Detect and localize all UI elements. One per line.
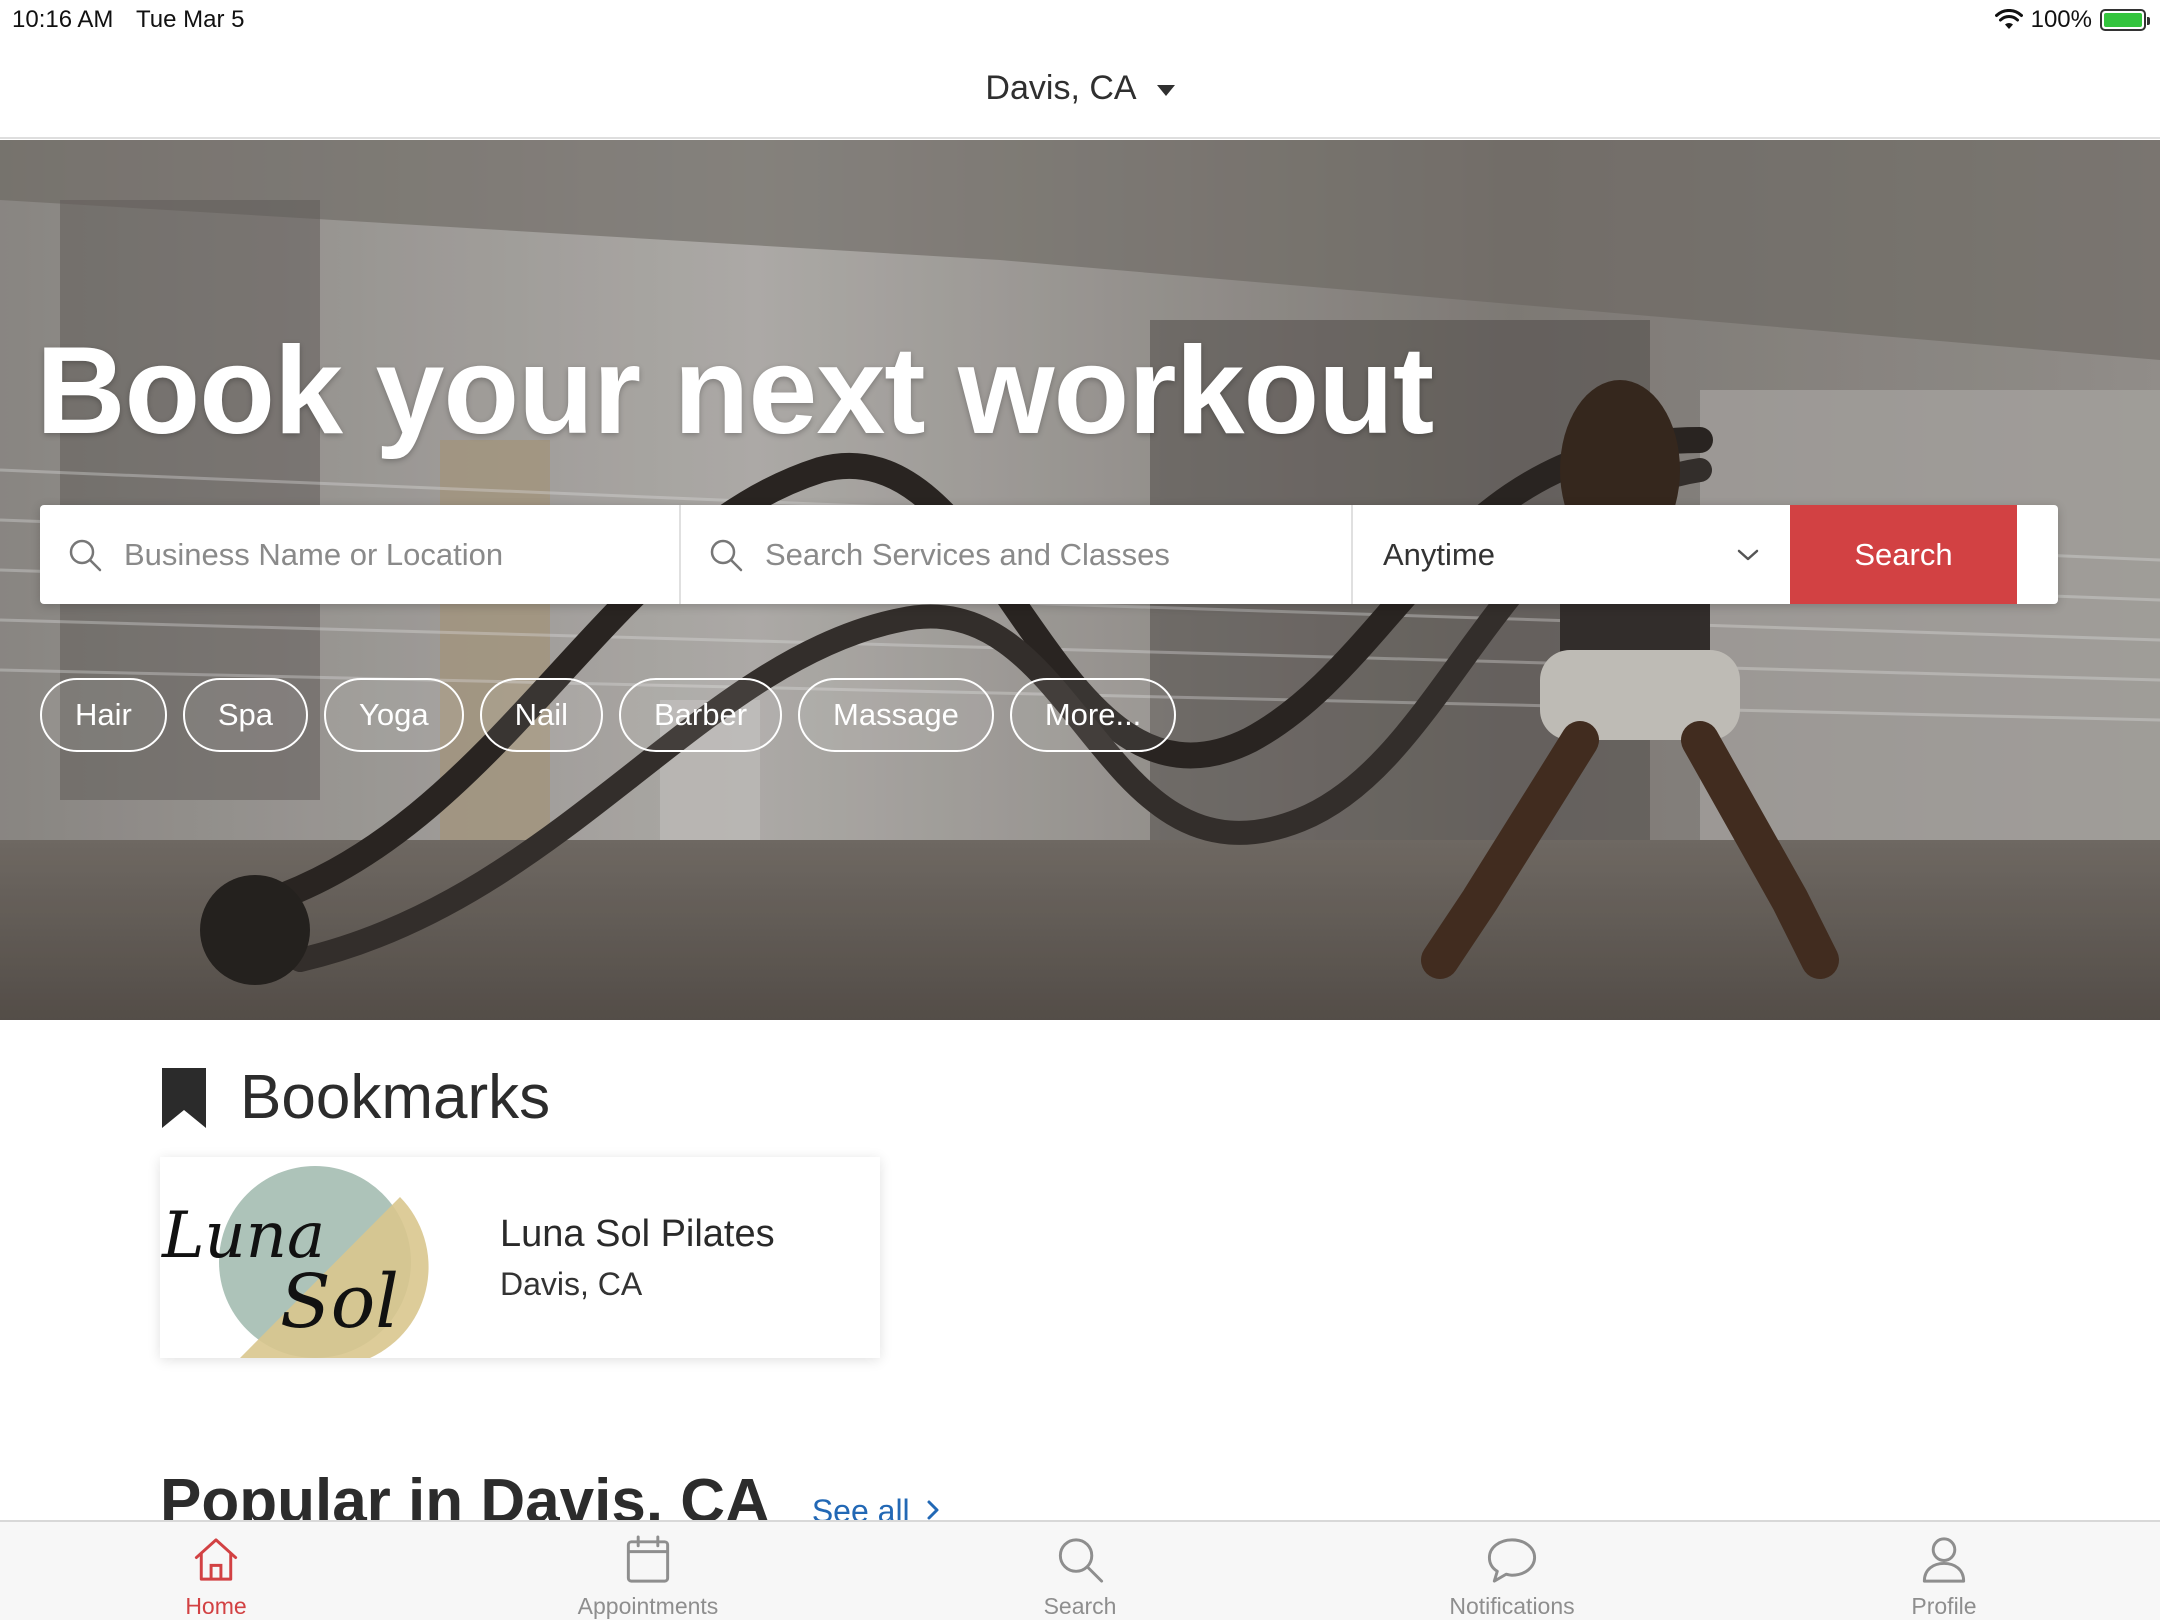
bookmarks-title: Bookmarks xyxy=(240,1063,551,1132)
time-dropdown-value: Anytime xyxy=(1383,536,1495,572)
wifi-icon xyxy=(1994,9,2023,29)
battery-icon xyxy=(2100,9,2150,31)
chevron-down-icon xyxy=(1737,549,1759,560)
luna-sol-logo: Luna Sol xyxy=(161,1166,429,1358)
chip-massage[interactable]: Massage xyxy=(798,678,994,752)
tab-profile-label: Profile xyxy=(1911,1593,1977,1619)
time-dropdown[interactable]: Anytime xyxy=(1353,505,1790,604)
person-icon xyxy=(1922,1537,1966,1583)
search-button[interactable]: Search xyxy=(1790,505,2017,604)
search-icon xyxy=(69,539,102,571)
bookmark-card-text: Luna Sol Pilates Davis, CA xyxy=(500,1213,775,1303)
bookmarks-heading: Bookmarks xyxy=(160,1062,550,1133)
tab-home[interactable]: Home xyxy=(0,1522,432,1620)
chevron-right-icon xyxy=(927,1500,939,1520)
tab-home-label: Home xyxy=(185,1593,247,1619)
location-label: Davis, CA xyxy=(985,69,1137,107)
caret-down-icon xyxy=(1156,85,1175,96)
chip-yoga[interactable]: Yoga xyxy=(324,678,464,752)
tab-appointments[interactable]: Appointments xyxy=(432,1522,864,1620)
tab-search[interactable]: Search xyxy=(864,1522,1296,1620)
business-name: Luna Sol Pilates xyxy=(500,1212,775,1255)
chip-barber[interactable]: Barber xyxy=(618,678,783,752)
search-bar: Anytime Search xyxy=(40,505,2058,604)
home-icon xyxy=(194,1538,238,1581)
bookmark-card[interactable]: Luna Sol Luna Sol Pilates Davis, CA xyxy=(160,1157,880,1358)
search-icon xyxy=(1058,1538,1104,1583)
chip-spa[interactable]: Spa xyxy=(182,678,309,752)
tab-notifications-label: Notifications xyxy=(1449,1593,1575,1619)
business-logo: Luna Sol xyxy=(160,1157,440,1358)
logo-text-line-2: Sol xyxy=(280,1259,399,1345)
calendar-icon xyxy=(626,1535,670,1583)
tab-profile[interactable]: Profile xyxy=(1728,1522,2160,1620)
chip-hair[interactable]: Hair xyxy=(40,678,167,752)
business-search-input[interactable] xyxy=(124,536,644,573)
status-right: 100% xyxy=(1994,6,2150,34)
services-search-input[interactable] xyxy=(765,536,1285,573)
hero-title: Book your next workout xyxy=(36,322,1434,460)
chip-nail[interactable]: Nail xyxy=(479,678,603,752)
category-chips: Hair Spa Yoga Nail Barber Massage More..… xyxy=(40,678,1177,752)
chat-bubble-icon xyxy=(1487,1538,1537,1583)
business-search-field[interactable] xyxy=(40,505,681,604)
status-bar: 10:16 AM Tue Mar 5 100% xyxy=(0,0,2160,40)
status-time: 10:16 AM xyxy=(12,6,114,33)
hero-banner: Book your next workout Anytime xyxy=(0,140,2160,1020)
location-selector[interactable]: Davis, CA xyxy=(985,69,1175,108)
tab-bar: Home Appointments Search Notifications P… xyxy=(0,1520,2160,1620)
bookmark-icon xyxy=(162,1067,206,1128)
tab-search-label: Search xyxy=(1043,1593,1117,1619)
app-root: 10:16 AM Tue Mar 5 100% Davis, CA Book y… xyxy=(0,0,2160,1620)
business-location: Davis, CA xyxy=(500,1265,643,1302)
tab-appointments-label: Appointments xyxy=(577,1593,719,1619)
services-search-field[interactable] xyxy=(681,505,1353,604)
chip-more[interactable]: More... xyxy=(1009,678,1177,752)
battery-percent: 100% xyxy=(2030,6,2092,33)
tab-notifications[interactable]: Notifications xyxy=(1296,1522,1728,1620)
location-header: Davis, CA xyxy=(0,40,2160,139)
status-date: Tue Mar 5 xyxy=(136,6,245,33)
search-icon xyxy=(710,539,743,571)
